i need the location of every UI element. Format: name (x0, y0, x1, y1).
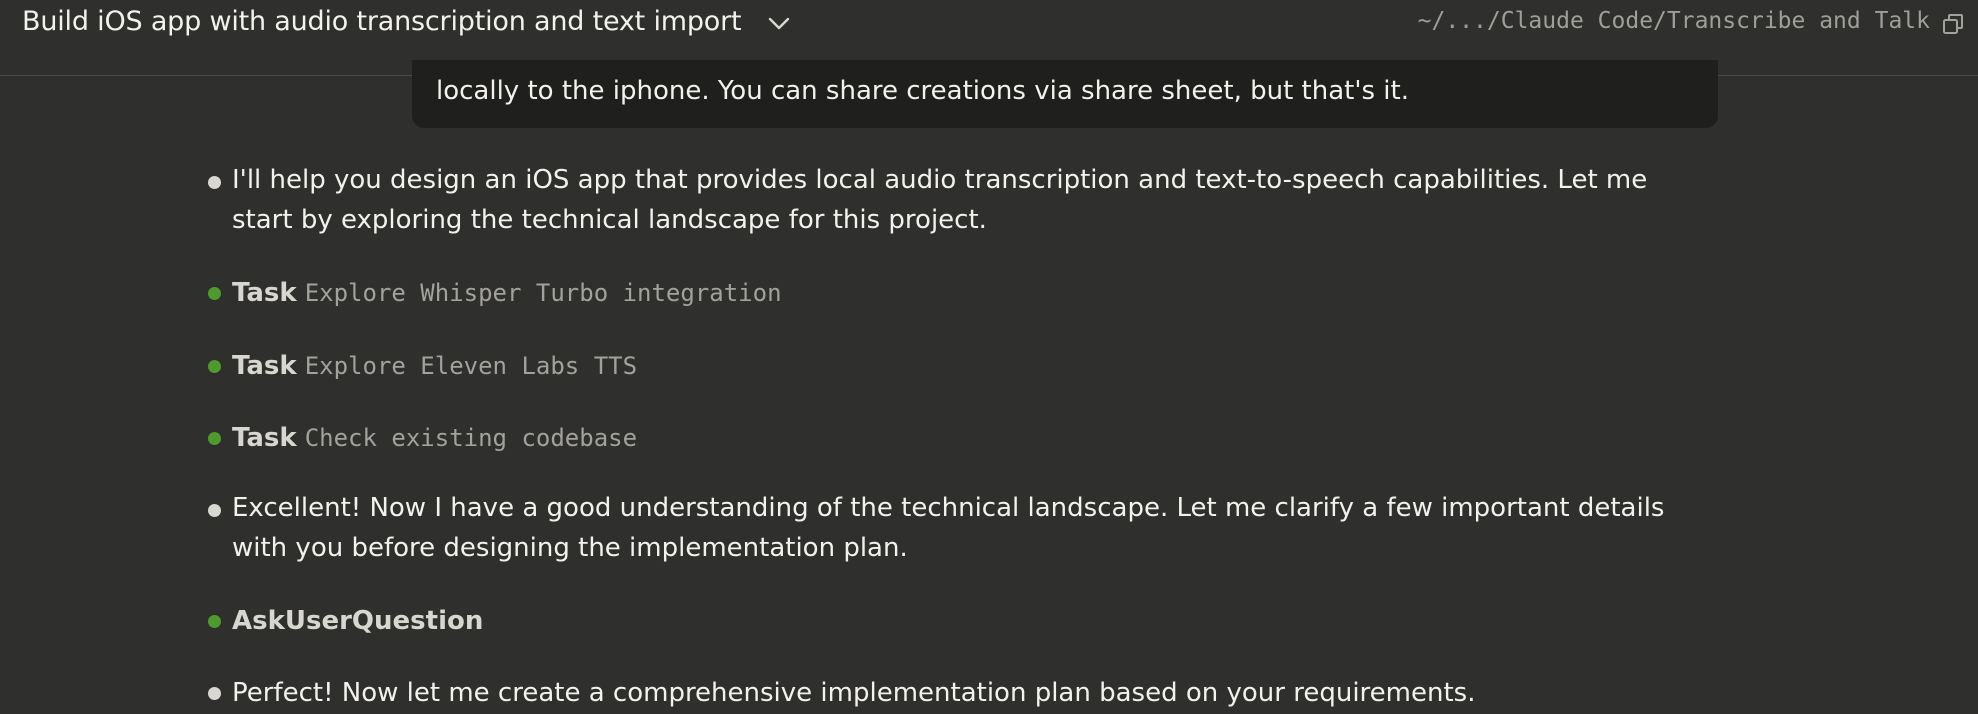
assistant-message: Excellent! Now I have a good understandi… (232, 493, 1665, 563)
task-description: Explore Whisper Turbo integration (304, 279, 782, 307)
tool-status-dot (208, 615, 221, 628)
task-item[interactable]: Task Check existing codebase (232, 418, 637, 458)
assistant-message: Perfect! Now let me create a comprehensi… (232, 678, 1476, 708)
task-label: Task (232, 351, 297, 381)
open-window-icon[interactable] (1942, 13, 1964, 35)
user-message-bubble: locally to the iphone. You can share cre… (412, 60, 1718, 128)
task-label: Task (232, 423, 297, 453)
chevron-down-icon[interactable] (766, 13, 792, 35)
task-description: Check existing codebase (304, 424, 638, 452)
task-item[interactable]: Task Explore Eleven Labs TTS (232, 346, 637, 386)
task-description: Explore Eleven Labs TTS (304, 352, 638, 380)
task-status-dot (208, 432, 221, 445)
assistant-message: I'll help you design an iOS app that pro… (232, 165, 1648, 235)
ask-user-question-tool[interactable]: AskUserQuestion (232, 601, 483, 641)
task-status-dot (208, 287, 221, 300)
message-bullet (208, 687, 221, 700)
task-status-dot (208, 360, 221, 373)
message-bullet (208, 504, 221, 517)
conversation-title[interactable]: Build iOS app with audio transcription a… (22, 6, 742, 37)
task-label: Task (232, 278, 297, 308)
task-item[interactable]: Task Explore Whisper Turbo integration (232, 273, 782, 313)
message-bullet (208, 176, 221, 189)
project-path: ~/.../Claude Code/Transcribe and Talk (1417, 8, 1930, 34)
